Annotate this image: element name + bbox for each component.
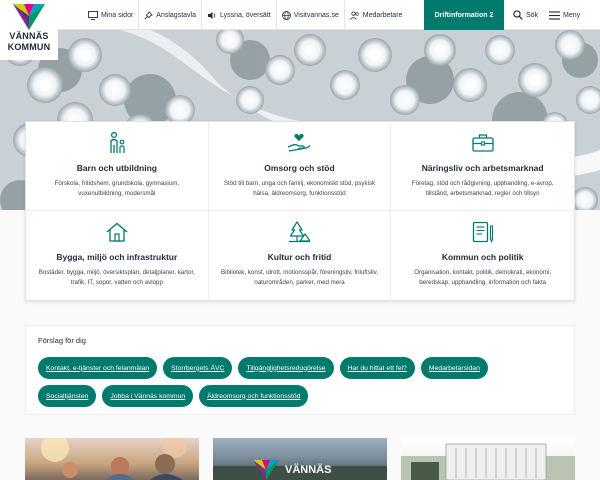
users-icon [350,10,359,20]
category-description: Företag, stöd och rådgivning, upphandlin… [411,180,554,197]
category-title: Näringsliv och arbetsmarknad [421,163,544,173]
hamburger-icon [549,10,560,20]
category-title: Bygga, miljö och infrastruktur [56,252,178,262]
category-title: Omsorg och stöd [264,163,335,173]
people-crowd-image [41,438,187,480]
nav-label: Medarbetare [362,11,403,19]
suggestion-link-jobba[interactable]: Jobba i Vännäs kommun [102,385,194,407]
category-title: Barn och utbildning [76,163,157,173]
category-title: Kommun och politik [441,252,524,262]
category-card-kultur-fritid[interactable]: Kultur och fritid Bibliotek, konst, idro… [209,211,392,300]
category-description: Bostäder, bygga, miljö, översiktsplan, d… [38,269,195,286]
nav-label: Anslagstavla [156,11,196,19]
search-label: Sök [526,11,539,19]
logo-text-line2: KOMMUN [7,42,51,52]
suggestions-panel: Förslag för dig Kontakt, e-tjänster och … [25,325,575,415]
logo-text-line1: VÄNNÄS [9,31,49,41]
category-description: Organisation, kontakt, politik, demokrat… [414,269,552,286]
driftinformation-button[interactable]: Driftinformation 2 [424,0,504,30]
nav-label: Visitvannas.se [293,11,339,19]
suggestion-link-aldreomsorg[interactable]: Äldreomsorg och funktionsstöd [199,385,309,407]
vannas-sign-image: VÄNNÄS [213,460,387,480]
news-image-vannas-sign[interactable]: VÄNNÄS [213,438,387,480]
news-image-building[interactable] [401,438,575,480]
nav-label: Mina sidor [101,11,134,19]
suggestion-link-kontakt[interactable]: Kontakt, e-tjänster och felanmälan [38,357,158,379]
tent-tree-icon [288,220,311,244]
child-adult-icon [107,131,127,155]
suggestion-link-storrberget[interactable]: Storrbergets ÄVC [163,357,233,379]
category-grid: Barn och utbildning Förskola, fritidshem… [25,121,575,301]
nav-label: Lyssna, översätt [220,11,271,19]
nav-lyssna-oversatt[interactable]: Lyssna, översätt [201,0,276,30]
suggestion-link-tillganglighet[interactable]: Tillgänglighetsredogörelse [238,357,334,379]
briefcase-icon [472,131,494,155]
nav-anslagstavla[interactable]: Anslagstavla [138,0,201,30]
category-title: Kultur och fritid [267,252,332,262]
category-description: Bibliotek, konst, idrott, motionsspår, f… [221,269,378,286]
hand-heart-icon [287,131,312,155]
vannas-logo[interactable]: VÄNNÄS KOMMUN [0,0,58,60]
category-card-bygga-miljo[interactable]: Bygga, miljö och infrastruktur Bostäder,… [26,211,209,300]
search-button[interactable]: Sök [513,0,538,30]
building-image [401,443,575,480]
svg-text:VÄNNÄS: VÄNNÄS [285,463,331,476]
suggestions-row-2: Socialtjänsten Jobba i Vännäs kommun Äld… [38,385,314,407]
top-navigation: Mina sidor Anslagstavla Lyssna, översätt… [83,0,407,30]
speaker-icon [208,11,216,19]
nav-mina-sidor[interactable]: Mina sidor [83,0,138,30]
vannas-v-logo-icon [13,4,45,30]
suggestion-link-socialtjansten[interactable]: Socialtjänsten [38,385,97,407]
category-card-naringsliv[interactable]: Näringsliv och arbetsmarknad Företag, st… [391,122,574,211]
menu-label: Meny [563,11,581,19]
suggestions-row-1: Kontakt, e-tjänster och felanmälan Storr… [38,357,494,379]
category-card-kommun-politik[interactable]: Kommun och politik Organisation, kontakt… [391,211,574,300]
category-card-barn-utbildning[interactable]: Barn och utbildning Förskola, fritidshem… [26,122,209,211]
document-pen-icon [472,220,494,244]
site-header: Mina sidor Anslagstavla Lyssna, översätt… [0,0,600,30]
category-description: Stöd till barn, unga och familj, ekonomi… [223,180,376,197]
nav-visitvannas[interactable]: Visitvannas.se [275,0,344,30]
menu-button[interactable]: Meny [549,0,580,30]
suggestion-link-hittat-fel[interactable]: Har du hittat ett fel? [339,357,415,379]
search-icon [513,10,523,20]
globe-icon [281,10,291,20]
suggestion-link-medarbetarsidan[interactable]: Medarbetarsidan [420,357,488,379]
nav-medarbetare[interactable]: Medarbetare [343,0,408,30]
category-card-omsorg-stod[interactable]: Omsorg och stöd Stöd till barn, unga och… [208,122,392,211]
monitor-icon [88,10,98,20]
news-image-people-lights[interactable] [25,438,199,480]
house-icon [106,220,128,244]
suggestions-title: Förslag för dig [38,336,86,345]
pin-icon [144,10,154,20]
category-description: Förskola, fritidshem, grundskola, gymnas… [54,180,180,197]
